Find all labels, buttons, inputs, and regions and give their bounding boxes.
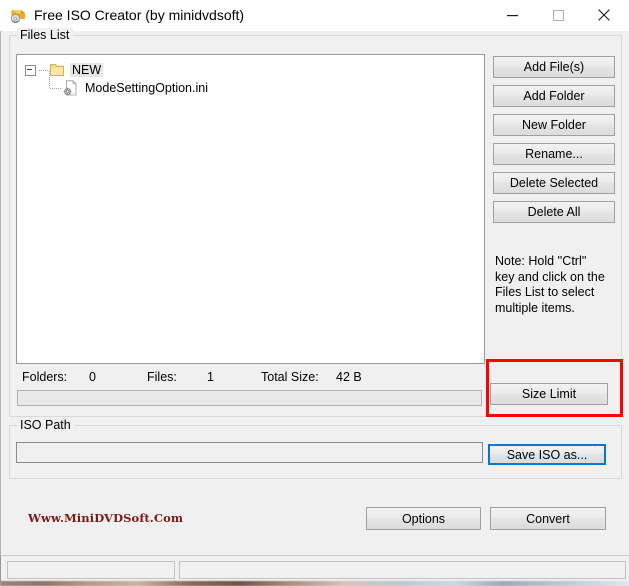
maximize-button[interactable] (535, 0, 581, 30)
status-bar-panel-two (179, 561, 626, 579)
size-limit-label: Size Limit (521, 387, 577, 401)
multi-select-note: Note: Hold ''Ctrl'' key and click on the… (495, 254, 605, 315)
convert-label: Convert (526, 511, 570, 526)
add-folder-button[interactable]: Add Folder (493, 85, 615, 107)
tree-item-root[interactable]: NEW (25, 61, 104, 79)
progress-bar (17, 390, 482, 406)
tree-item-file[interactable]: ModeSettingOption.ini (49, 71, 210, 97)
delete-all-button[interactable]: Delete All (493, 201, 615, 223)
files-status-row: Folders: 0 Files: 1 Total Size: 42 B (22, 370, 482, 386)
status-bar-panel-one (7, 561, 175, 579)
add-files-button[interactable]: Add File(s) (493, 56, 615, 78)
rename-label: Rename... (525, 147, 583, 161)
files-list-group: Files List NEW ModeSettingOption.ini Add… (9, 28, 622, 417)
minimize-icon (506, 14, 518, 16)
files-value: 1 (207, 370, 214, 384)
new-folder-button[interactable]: New Folder (493, 114, 615, 136)
save-iso-as-label: Save ISO as... (506, 447, 588, 462)
tree-connector-line (39, 69, 48, 71)
tree-connector-elbow (49, 71, 63, 97)
website-watermark: Www.MiniDVDSoft.Com (28, 511, 184, 525)
close-icon (598, 9, 610, 21)
desktop-wallpaper-strip (0, 581, 629, 586)
minimize-button[interactable] (489, 0, 535, 30)
application-window: Free ISO Creator (by minidvdsoft) Files … (0, 0, 629, 586)
folders-value: 0 (89, 370, 96, 384)
iso-path-input[interactable] (16, 442, 483, 463)
options-button[interactable]: Options (366, 507, 481, 530)
title-bar: Free ISO Creator (by minidvdsoft) (0, 0, 629, 32)
files-tree-view[interactable]: NEW ModeSettingOption.ini (16, 54, 485, 364)
window-title: Free ISO Creator (by minidvdsoft) (34, 7, 245, 23)
ini-file-icon (63, 80, 78, 96)
add-files-label: Add File(s) (523, 60, 585, 74)
delete-selected-label: Delete Selected (509, 176, 599, 190)
total-size-value: 42 B (336, 370, 362, 384)
client-area: Files List NEW ModeSettingOption.ini Add… (0, 28, 629, 555)
delete-all-label: Delete All (527, 205, 581, 219)
rename-button[interactable]: Rename... (493, 143, 615, 165)
tree-item-label: ModeSettingOption.ini (85, 81, 208, 95)
size-limit-button[interactable]: Size Limit (490, 383, 608, 405)
convert-button[interactable]: Convert (490, 507, 606, 530)
folders-label: Folders: (22, 370, 68, 384)
files-list-legend: Files List (17, 28, 74, 43)
delete-selected-button[interactable]: Delete Selected (493, 172, 615, 194)
status-bar (0, 555, 629, 582)
iso-path-legend: ISO Path (17, 418, 75, 433)
total-size-label: Total Size: (261, 370, 319, 384)
add-folder-label: Add Folder (523, 89, 585, 103)
close-button[interactable] (581, 0, 627, 30)
save-iso-as-button[interactable]: Save ISO as... (488, 444, 606, 465)
files-label: Files: (147, 370, 177, 384)
new-folder-label: New Folder (522, 118, 586, 132)
app-disc-icon (10, 7, 27, 24)
tree-item-label: NEW (70, 63, 104, 77)
collapse-expander-icon[interactable] (25, 64, 36, 76)
maximize-icon (552, 9, 564, 21)
folder-icon (50, 63, 66, 77)
options-label: Options (401, 511, 446, 526)
